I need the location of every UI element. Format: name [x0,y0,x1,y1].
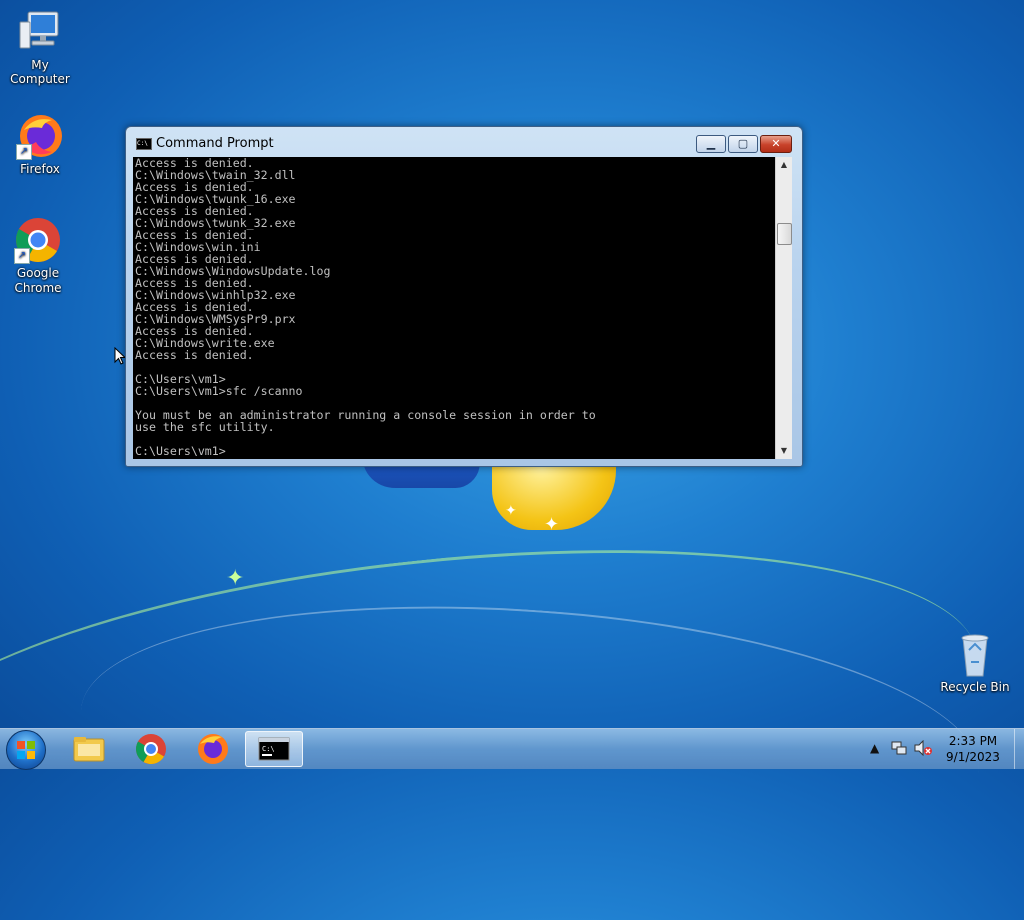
wallpaper-sparkle: ✦ [544,514,560,535]
maximize-icon: ▢ [737,137,749,150]
minimize-icon: ▁ [706,137,716,150]
shortcut-arrow-icon: ↗ [14,248,30,264]
taskbar-clock[interactable]: 2:33 PM 9/1/2023 [938,733,1008,765]
vertical-scrollbar[interactable]: ▲ ▼ [775,157,792,459]
wallpaper-sparkle: ✦ [226,566,245,591]
desktop-icon-recycle-bin[interactable]: Recycle Bin [935,630,1015,694]
scroll-down-arrow-icon[interactable]: ▼ [776,443,792,459]
shortcut-arrow-icon: ↗ [16,144,32,160]
taskbar-chrome[interactable] [122,731,180,767]
wallpaper-sparkle: ✦ [505,503,517,519]
clock-time: 2:33 PM [948,734,998,748]
chrome-icon [135,734,166,765]
taskbar-firefox[interactable] [184,731,242,767]
svg-text:C:\: C:\ [262,745,275,753]
taskbar: C:\ ▲ 2:33 PM 9/1/2023 [0,728,1024,770]
console-text: Access is denied. C:\Windows\twain_32.dl… [135,157,596,458]
maximize-button[interactable]: ▢ [728,135,758,153]
close-button[interactable]: ✕ [760,135,792,153]
recycle-bin-icon [951,630,999,678]
windows-start-icon [17,741,35,759]
scrollbar-thumb[interactable] [777,223,792,245]
start-button[interactable] [6,730,46,770]
scroll-up-arrow-icon[interactable]: ▲ [776,157,792,173]
firefox-icon [198,734,228,764]
desktop-icon-google-chrome[interactable]: ↗ Google Chrome [0,216,78,296]
console-output[interactable]: Access is denied. C:\Windows\twain_32.dl… [133,157,775,459]
taskbar-command-prompt[interactable]: C:\ [245,731,303,767]
show-desktop-button[interactable] [1014,729,1024,769]
firefox-icon: ↗ [16,112,64,160]
desktop-icon-label: Firefox [20,162,60,176]
network-icon[interactable] [891,740,907,759]
command-prompt-window[interactable]: C:\ Command Prompt ▁ ▢ ✕ Access is denie… [125,126,803,467]
desktop-icon-label: My Computer [10,58,70,86]
clock-date: 9/1/2023 [946,750,1000,764]
volume-muted-icon[interactable] [914,739,932,759]
minimize-button[interactable]: ▁ [696,135,726,153]
taskbar-file-explorer[interactable] [60,731,118,767]
close-icon: ✕ [771,137,781,150]
chrome-icon: ↗ [14,216,62,264]
cmd-icon: C:\ [136,138,152,150]
desktop-icon-my-computer[interactable]: My Computer [0,8,80,86]
desktop-icon-firefox[interactable]: ↗ Firefox [0,112,80,176]
cmd-icon: C:\ [258,737,290,761]
computer-icon [16,8,64,56]
window-titlebar[interactable]: C:\ Command Prompt ▁ ▢ ✕ [126,127,802,157]
chevron-up-icon[interactable]: ▲ [870,741,879,755]
window-title: Command Prompt [156,136,274,151]
desktop-icon-label: Recycle Bin [940,680,1010,694]
desktop-icon-label: Google Chrome [14,266,62,295]
file-explorer-icon [73,737,105,762]
